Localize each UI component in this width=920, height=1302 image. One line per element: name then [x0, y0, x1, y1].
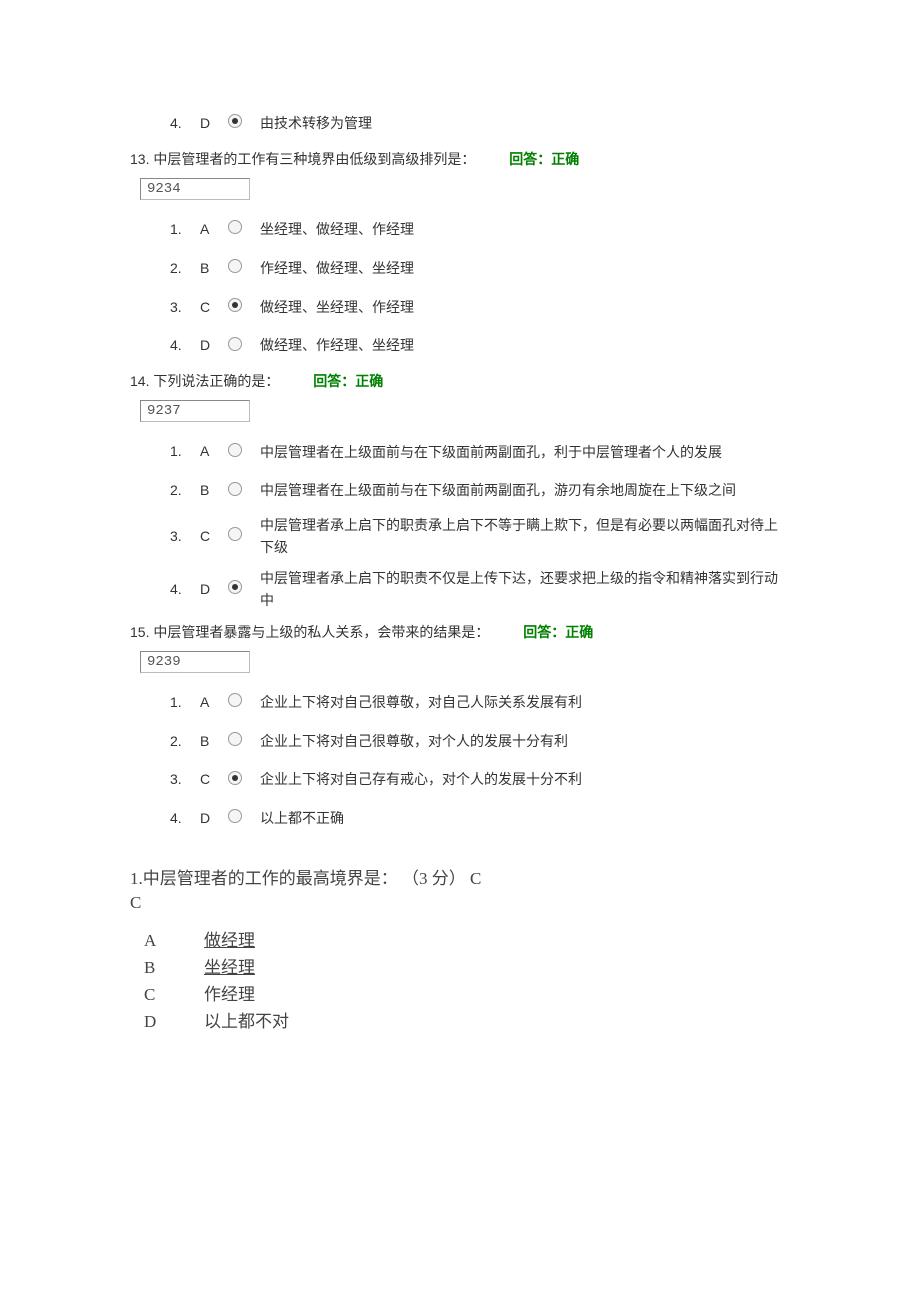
option-letter: A: [200, 214, 220, 245]
option-letter: A: [200, 436, 220, 467]
question-12-partial: 4. D 由技术转移为管理: [130, 108, 790, 139]
question-number: 13.: [130, 151, 149, 167]
bottom-option: C作经理: [144, 981, 790, 1008]
option-text[interactable]: 坐经理: [204, 954, 255, 981]
option-letter: C: [200, 292, 220, 323]
question-13: 13. 中层管理者的工作有三种境界由低级到高级排列是： 回答：正确 9234 1…: [130, 147, 790, 361]
radio-icon[interactable]: [228, 337, 242, 351]
option-letter: B: [200, 253, 220, 284]
question-option: 4.D 做经理、作经理、坐经理: [170, 330, 790, 361]
bottom-question-header: 1.中层管理者的工作的最高境界是： （3 分） C: [130, 864, 790, 889]
option-number: 2.: [170, 726, 200, 757]
bottom-answer: C: [130, 893, 790, 913]
radio-icon[interactable]: [228, 809, 242, 823]
option-number: 2.: [170, 253, 200, 284]
bottom-option: A做经理: [144, 927, 790, 954]
option-letter: B: [200, 726, 220, 757]
option-letter: D: [200, 330, 220, 361]
option-number: 4.: [170, 108, 200, 139]
option-number: 3.: [170, 292, 200, 323]
option-letter: D: [200, 803, 220, 834]
radio-icon[interactable]: [228, 298, 242, 312]
option-letter: C: [144, 981, 204, 1008]
option-number: 1.: [170, 687, 200, 718]
question-header: 13. 中层管理者的工作有三种境界由低级到高级排列是： 回答：正确: [130, 147, 790, 172]
question-option: 2.B 中层管理者在上级面前与在下级面前两副面孔，游刃有余地周旋在上下级之间: [170, 475, 790, 506]
radio-icon[interactable]: [228, 114, 242, 128]
radio-icon[interactable]: [228, 482, 242, 496]
option-text: 坐经理、做经理、作经理: [260, 214, 790, 245]
question-option: 3.C 中层管理者承上启下的职责承上启下不等于瞒上欺下，但是有必要以两幅面孔对待上…: [170, 514, 790, 559]
question-option: 2.B 企业上下将对自己很尊敬，对个人的发展十分有利: [170, 726, 790, 757]
option-text: 中层管理者在上级面前与在下级面前两副面孔，利于中层管理者个人的发展: [260, 441, 790, 463]
option-text: 中层管理者在上级面前与在下级面前两副面孔，游刃有余地周旋在上下级之间: [260, 479, 790, 501]
option-text: 作经理: [204, 981, 255, 1008]
option-text[interactable]: 做经理: [204, 927, 255, 954]
option-text: 企业上下将对自己很尊敬，对个人的发展十分有利: [260, 726, 790, 757]
question-number: 15.: [130, 624, 149, 640]
question-option: 2.B 作经理、做经理、坐经理: [170, 253, 790, 284]
option-text: 企业上下将对自己存有戒心，对个人的发展十分不利: [260, 764, 790, 795]
question-header: 14. 下列说法正确的是： 回答：正确: [130, 369, 790, 394]
option-letter: D: [200, 108, 220, 139]
option-number: 4.: [170, 574, 200, 605]
bottom-option: D以上都不对: [144, 1008, 790, 1035]
option-letter: C: [200, 764, 220, 795]
option-text: 由技术转移为管理: [260, 108, 790, 139]
option-number: 3.: [170, 764, 200, 795]
question-option: 4.D 以上都不正确: [170, 803, 790, 834]
bottom-option: B坐经理: [144, 954, 790, 981]
question-option: 3.C 企业上下将对自己存有戒心，对个人的发展十分不利: [170, 764, 790, 795]
question-14: 14. 下列说法正确的是： 回答：正确 9237 1.A 中层管理者在上级面前与在…: [130, 369, 790, 611]
question-option: 1.A 坐经理、做经理、作经理: [170, 214, 790, 245]
option-text: 做经理、作经理、坐经理: [260, 330, 790, 361]
question-option: 4.D 中层管理者承上启下的职责不仅是上传下达，还要求把上级的指令和精神落实到行动…: [170, 567, 790, 612]
option-number: 1.: [170, 436, 200, 467]
question-option: 1.A 企业上下将对自己很尊敬，对自己人际关系发展有利: [170, 687, 790, 718]
bottom-question: 1.中层管理者的工作的最高境界是： （3 分） C C A做经理B坐经理C作经理…: [130, 864, 790, 1036]
radio-icon[interactable]: [228, 771, 242, 785]
radio-icon[interactable]: [228, 259, 242, 273]
radio-icon[interactable]: [228, 580, 242, 594]
question-header: 15. 中层管理者暴露与上级的私人关系，会带来的结果是： 回答：正确: [130, 620, 790, 645]
feedback-label: 回答：正确: [523, 624, 593, 640]
option-number: 4.: [170, 803, 200, 834]
option-number: 1.: [170, 214, 200, 245]
option-text: 作经理、做经理、坐经理: [260, 253, 790, 284]
option-number: 2.: [170, 475, 200, 506]
option-letter: A: [200, 687, 220, 718]
question-text: 中层管理者的工作有三种境界由低级到高级排列是：: [153, 151, 475, 167]
answer-id-box[interactable]: 9234: [140, 178, 250, 200]
option-letter: D: [200, 574, 220, 605]
option-letter: B: [200, 475, 220, 506]
question-text: 中层管理者暴露与上级的私人关系，会带来的结果是：: [153, 624, 489, 640]
option-text: 中层管理者承上启下的职责不仅是上传下达，还要求把上级的指令和精神落实到行动中: [260, 567, 790, 612]
option-text: 以上都不正确: [260, 803, 790, 834]
option-letter: A: [144, 927, 204, 954]
feedback-label: 回答：正确: [509, 151, 579, 167]
question-text: 下列说法正确的是：: [153, 373, 279, 389]
option-letter: D: [144, 1008, 204, 1035]
option-number: 3.: [170, 521, 200, 552]
option-text: 中层管理者承上启下的职责承上启下不等于瞒上欺下，但是有必要以两幅面孔对待上下级: [260, 514, 790, 559]
radio-icon[interactable]: [228, 732, 242, 746]
feedback-label: 回答：正确: [313, 373, 383, 389]
option-text: 以上都不对: [204, 1008, 289, 1035]
question-number: 14.: [130, 373, 149, 389]
question-option: 3.C 做经理、坐经理、作经理: [170, 292, 790, 323]
answer-id-box[interactable]: 9239: [140, 651, 250, 673]
option-number: 4.: [170, 330, 200, 361]
radio-icon[interactable]: [228, 693, 242, 707]
q12-option-d: 4. D 由技术转移为管理: [170, 108, 790, 139]
radio-icon[interactable]: [228, 443, 242, 457]
question-15: 15. 中层管理者暴露与上级的私人关系，会带来的结果是： 回答：正确 9239 …: [130, 620, 790, 834]
option-text: 企业上下将对自己很尊敬，对自己人际关系发展有利: [260, 687, 790, 718]
radio-icon[interactable]: [228, 220, 242, 234]
radio-icon[interactable]: [228, 527, 242, 541]
option-letter: C: [200, 521, 220, 552]
question-option: 1.A 中层管理者在上级面前与在下级面前两副面孔，利于中层管理者个人的发展: [170, 436, 790, 467]
option-text: 做经理、坐经理、作经理: [260, 292, 790, 323]
option-letter: B: [144, 954, 204, 981]
answer-id-box[interactable]: 9237: [140, 400, 250, 422]
